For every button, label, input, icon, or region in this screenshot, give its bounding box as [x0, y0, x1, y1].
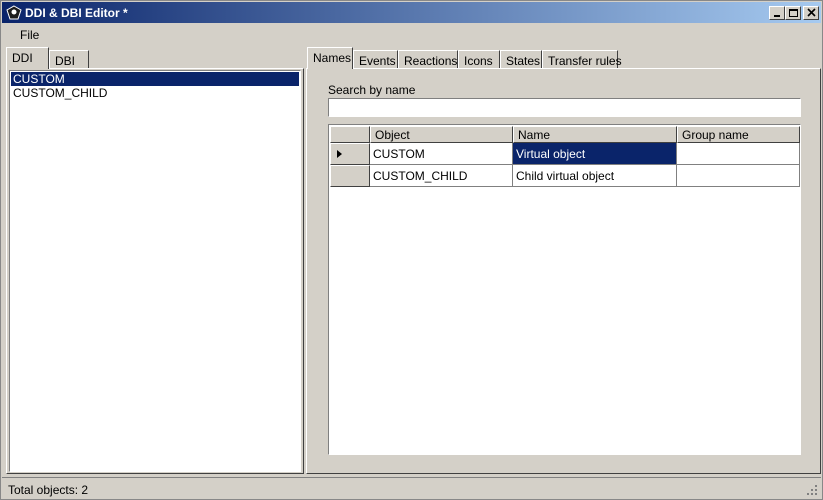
tab-ddi[interactable]: DDI	[6, 47, 49, 69]
search-input[interactable]	[328, 98, 801, 117]
tab-transfer-rules[interactable]: Transfer rules	[542, 50, 622, 69]
column-header-name[interactable]: Name	[513, 126, 677, 143]
column-header-object[interactable]: Object	[370, 126, 513, 143]
close-icon	[807, 8, 816, 17]
table-cell-name[interactable]: Virtual object	[513, 143, 677, 165]
search-label: Search by name	[328, 83, 416, 97]
close-button[interactable]	[803, 6, 819, 20]
tab-events[interactable]: Events	[353, 50, 398, 69]
app-window: DDI & DBI Editor * File DDI DBI CUSTOM C…	[0, 0, 823, 500]
row-indicator[interactable]	[330, 165, 370, 187]
tab-states[interactable]: States	[500, 50, 542, 69]
table-cell-object[interactable]: CUSTOM_CHILD	[370, 165, 513, 187]
tab-icons[interactable]: Icons	[458, 50, 500, 69]
tab-dbi[interactable]: DBI	[49, 50, 89, 69]
object-listbox[interactable]: CUSTOM CUSTOM_CHILD	[9, 70, 301, 472]
resize-grip-icon[interactable]	[806, 484, 818, 496]
table-cell-object[interactable]: CUSTOM	[370, 143, 513, 165]
maximize-button[interactable]	[785, 6, 801, 20]
window-title: DDI & DBI Editor *	[25, 6, 128, 20]
status-text: Total objects: 2	[8, 483, 89, 497]
row-indicator[interactable]	[330, 143, 370, 165]
column-header-group-name[interactable]: Group name	[677, 126, 800, 143]
tab-reactions[interactable]: Reactions	[398, 50, 458, 69]
minimize-icon	[774, 15, 780, 17]
tab-names[interactable]: Names	[307, 47, 353, 69]
menu-file[interactable]: File	[14, 28, 45, 42]
list-item[interactable]: CUSTOM	[11, 72, 299, 86]
title-bar[interactable]: DDI & DBI Editor *	[2, 2, 821, 23]
table-cell-name[interactable]: Child virtual object	[513, 165, 677, 187]
app-icon	[6, 5, 22, 20]
grid-corner-header	[330, 126, 370, 143]
menu-bar: File	[2, 24, 821, 46]
current-row-arrow-icon	[337, 150, 342, 158]
names-grid[interactable]: Object Name Group name CUSTOM Virtual ob…	[328, 124, 801, 455]
minimize-button[interactable]	[769, 6, 785, 20]
status-bar: Total objects: 2	[2, 477, 821, 499]
table-cell-group[interactable]	[677, 165, 800, 187]
maximize-icon	[789, 9, 798, 17]
table-cell-group[interactable]	[677, 143, 800, 165]
list-item[interactable]: CUSTOM_CHILD	[11, 86, 299, 100]
